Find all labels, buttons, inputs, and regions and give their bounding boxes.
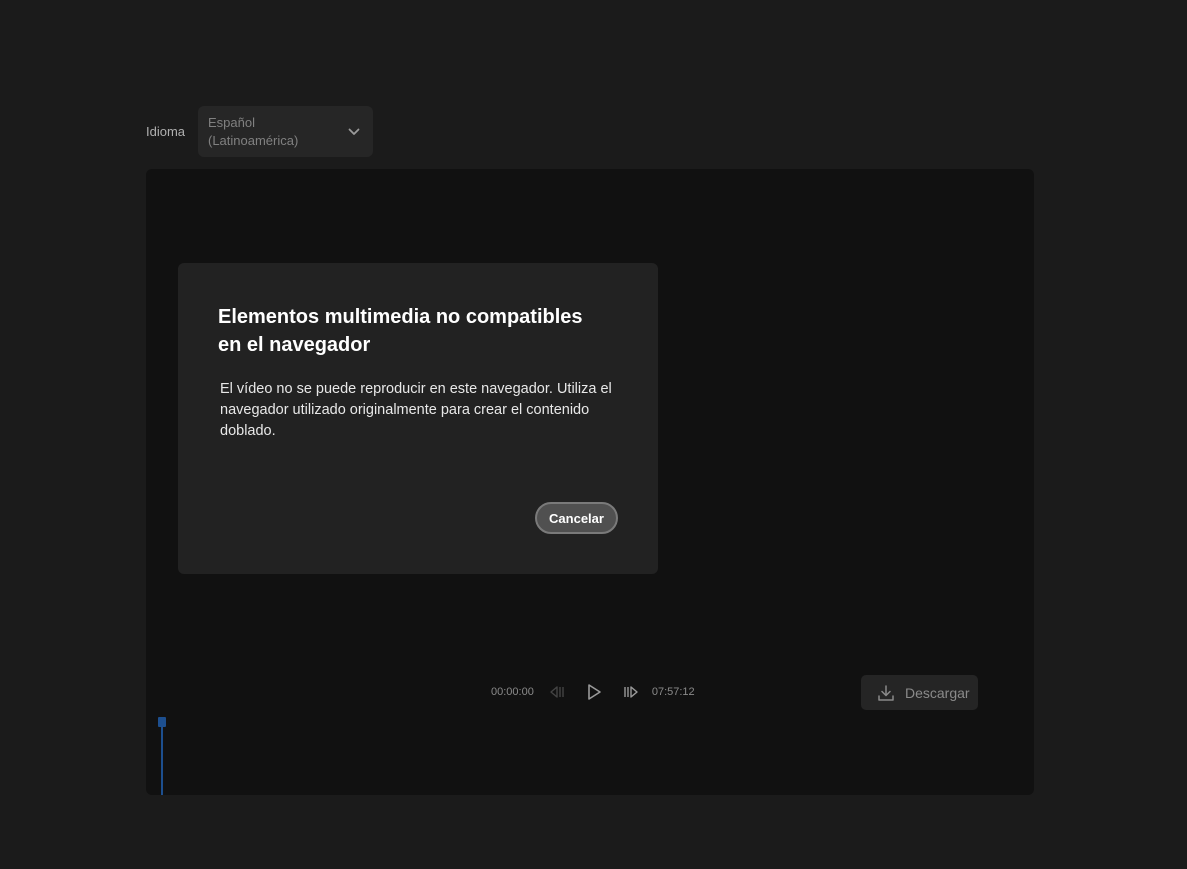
download-label: Descargar — [905, 684, 970, 701]
play-icon[interactable] — [584, 682, 604, 702]
timeline-playhead[interactable] — [158, 717, 166, 795]
playhead-handle[interactable] — [158, 717, 166, 727]
language-select-value: Español (Latinoamérica) — [208, 114, 299, 148]
unsupported-media-dialog: Elementos multimedia no compatibles en e… — [178, 263, 658, 574]
download-button[interactable]: Descargar — [861, 675, 978, 710]
chevron-down-icon — [347, 125, 361, 139]
download-icon — [877, 684, 895, 702]
dialog-title: Elementos multimedia no compatibles en e… — [218, 306, 583, 356]
skip-forward-icon[interactable] — [622, 682, 642, 702]
current-time: 00:00:00 — [491, 686, 534, 698]
total-time: 07:57:12 — [651, 686, 695, 698]
video-player: Elementos multimedia no compatibles en e… — [146, 169, 1034, 795]
language-row: Idioma Español (Latinoamérica) — [146, 106, 373, 157]
skip-back-icon[interactable] — [546, 682, 566, 702]
playback-controls: 00:00:00 07:57:12 — [491, 680, 695, 704]
language-label: Idioma — [146, 124, 186, 139]
playhead-line — [161, 727, 163, 795]
cancel-button[interactable]: Cancelar — [535, 502, 618, 534]
dialog-body: El vídeo no se puede reproducir en este … — [220, 381, 612, 439]
language-select[interactable]: Español (Latinoamérica) — [198, 106, 373, 157]
